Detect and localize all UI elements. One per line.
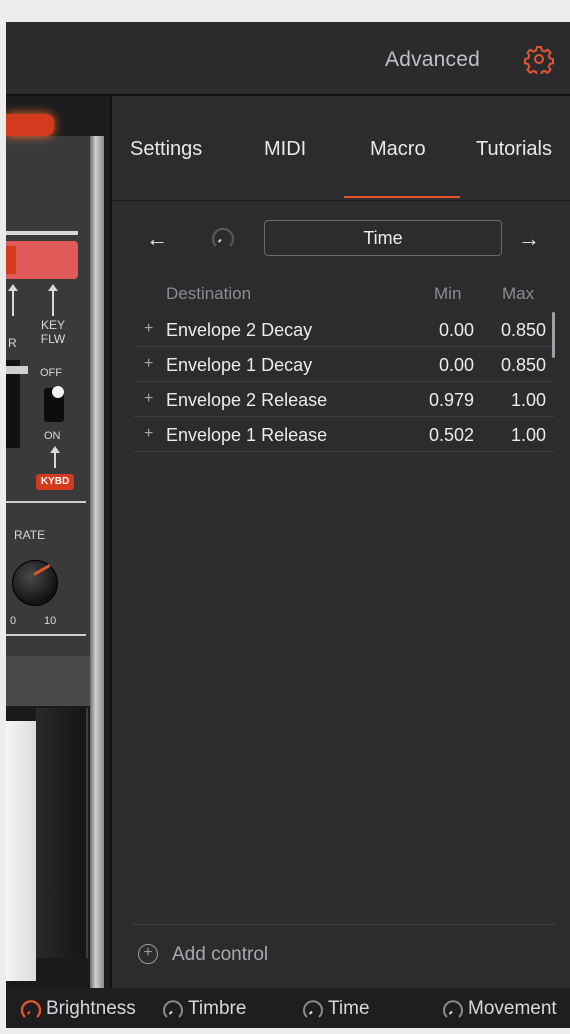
max-cell[interactable]: 1.00 [511,390,546,411]
table-row[interactable]: + Envelope 1 Decay 0.00 0.850 [134,347,554,382]
gear-icon[interactable] [524,44,554,74]
plus-icon[interactable]: + [144,355,153,373]
plus-icon[interactable]: + [144,320,153,338]
table-row[interactable]: + Envelope 1 Release 0.502 1.00 [134,417,554,452]
min-cell[interactable]: 0.502 [429,425,474,446]
knob-icon [20,1000,42,1018]
plus-circle-icon[interactable]: + [138,944,158,964]
synth-label-r: R [8,336,17,350]
kybd-badge: KYBD [36,474,74,490]
rate-min-label: 0 [10,615,17,627]
tab-settings[interactable]: Settings [130,138,202,161]
window-top-edge [0,0,570,22]
table-row[interactable]: + Envelope 2 Decay 0.00 0.850 [134,312,554,347]
synth-divider [6,501,86,503]
synth-slider-cap[interactable] [6,366,28,374]
column-header-max: Max [502,284,535,303]
arrow-left-icon[interactable]: ← [146,226,168,252]
synth-display-marker [6,246,16,274]
min-cell[interactable]: 0.00 [439,320,474,341]
switch-label-off: OFF [40,367,62,379]
app-root: Advanced R KEY FLW OFF ON KYBD RATE 0 10… [0,0,570,1034]
macro-selector[interactable]: Time [264,220,502,256]
macro-label: Movement [468,998,557,1019]
macro-label: Timbre [188,998,247,1019]
macro-brightness[interactable]: Brightness [18,997,148,1021]
macro-knob-icon[interactable] [208,224,236,252]
plus-icon[interactable]: + [144,425,153,443]
rate-max-label: 10 [44,615,57,627]
macro-bar: Brightness Timbre Time Movement [6,988,570,1028]
macro-timbre[interactable]: Timbre [160,997,270,1021]
add-control-button[interactable]: Add control [172,944,268,966]
destination-cell: Envelope 1 Release [166,425,328,445]
macro-nav: ← Time → [112,220,570,256]
arrow-up-icon [8,284,18,316]
min-cell[interactable]: 0.00 [439,355,474,376]
macro-movement[interactable]: Movement [440,997,568,1021]
min-cell[interactable]: 0.979 [429,390,474,411]
advanced-panel: Settings MIDI Macro Tutorials ← Time → D… [110,96,570,988]
destination-cell: Envelope 2 Decay [166,320,313,340]
destination-cell: Envelope 2 Release [166,390,328,410]
arrow-up-icon [50,446,60,468]
rate-label: RATE [14,528,46,542]
macro-time[interactable]: Time [300,997,390,1021]
synth-side-rail [90,136,104,988]
synth-strip [6,231,78,235]
arrow-up-icon [48,284,58,316]
macro-label: Brightness [46,998,136,1019]
tab-bar: Settings MIDI Macro Tutorials [112,96,570,200]
max-cell[interactable]: 0.850 [501,320,546,341]
power-light [6,114,54,136]
synth-divider [6,634,86,636]
active-tab-indicator [344,196,460,198]
max-cell[interactable]: 1.00 [511,425,546,446]
plus-icon[interactable]: + [144,390,153,408]
tab-tutorials[interactable]: Tutorials [476,138,552,161]
advanced-button[interactable]: Advanced [385,48,480,72]
rate-knob[interactable] [12,560,58,606]
destination-cell: Envelope 1 Decay [166,355,313,375]
top-header: Advanced [6,22,570,94]
tab-midi[interactable]: MIDI [264,138,306,161]
tab-macro[interactable]: Macro [370,138,426,161]
arrow-right-icon[interactable]: → [518,226,540,252]
add-control-divider [132,924,556,925]
macro-label: Time [328,998,370,1019]
knob-icon [303,1000,323,1018]
synth-panel: R KEY FLW OFF ON KYBD RATE 0 10 [6,96,110,988]
kybd-switch-knob[interactable] [52,386,64,398]
knob-icon [443,1000,463,1018]
column-header-destination: Destination [166,284,252,303]
switch-label-on: ON [44,430,61,442]
column-header-min: Min [434,284,462,303]
knob-icon [163,1000,183,1018]
window-bottom-edge [0,1028,570,1034]
max-cell[interactable]: 0.850 [501,355,546,376]
table-row[interactable]: + Envelope 2 Release 0.979 1.00 [134,382,554,417]
white-key[interactable] [6,721,36,981]
tab-divider [112,200,570,201]
synth-display [6,241,78,279]
scrollbar[interactable] [552,312,555,358]
synth-label-key-flw: KEY FLW [40,318,66,346]
black-key[interactable] [36,708,88,958]
